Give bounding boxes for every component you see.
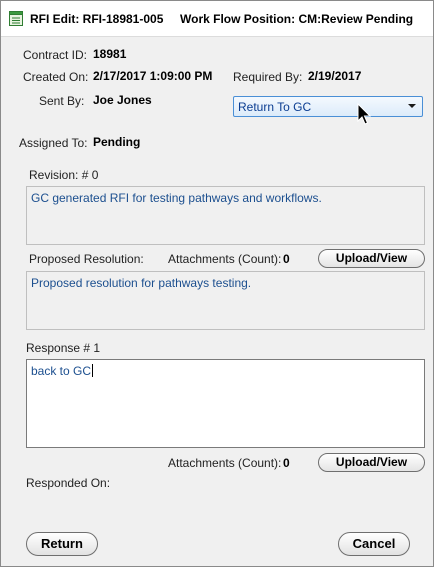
return-button[interactable]: Return bbox=[26, 532, 98, 556]
revision-textbox: GC generated RFI for testing pathways an… bbox=[26, 186, 425, 245]
revision-text: GC generated RFI for testing pathways an… bbox=[31, 191, 322, 205]
assigned-to-label: Assigned To: bbox=[19, 136, 88, 150]
cancel-button[interactable]: Cancel bbox=[338, 532, 410, 556]
action-select-value: Return To GC bbox=[238, 100, 312, 114]
title-bar: RFI Edit: RFI-18981-005 Work Flow Positi… bbox=[1, 1, 433, 37]
response-textarea[interactable]: back to GC bbox=[26, 359, 425, 448]
proposed-attachments-count: 0 bbox=[283, 252, 290, 266]
proposed-upload-view-button[interactable]: Upload/View bbox=[318, 249, 425, 268]
sent-by-value: Joe Jones bbox=[93, 93, 152, 107]
created-on-label: Created On: bbox=[23, 70, 89, 84]
workflow-position: Work Flow Position: CM:Review Pending bbox=[180, 12, 414, 26]
rfi-edit-window: RFI Edit: RFI-18981-005 Work Flow Positi… bbox=[0, 0, 434, 567]
required-by-label: Required By: bbox=[233, 70, 303, 84]
mouse-pointer-icon bbox=[357, 103, 371, 125]
proposed-attachments-label: Attachments (Count): bbox=[168, 252, 282, 266]
form-icon bbox=[9, 11, 23, 26]
proposed-resolution-label: Proposed Resolution: bbox=[29, 252, 144, 266]
revision-label: Revision: # 0 bbox=[29, 168, 99, 182]
contract-id-label: Contract ID: bbox=[23, 48, 88, 62]
required-by-value: 2/19/2017 bbox=[308, 69, 362, 83]
proposed-resolution-text: Proposed resolution for pathways testing… bbox=[31, 276, 252, 290]
action-select[interactable]: Return To GC bbox=[233, 96, 423, 117]
contract-id-value: 18981 bbox=[93, 47, 127, 61]
proposed-resolution-textbox: Proposed resolution for pathways testing… bbox=[26, 271, 425, 330]
response-text: back to GC bbox=[31, 364, 92, 378]
response-attachments-label: Attachments (Count): bbox=[168, 456, 282, 470]
response-upload-view-button[interactable]: Upload/View bbox=[318, 453, 425, 472]
response-label: Response # 1 bbox=[26, 341, 101, 355]
response-attachments-count: 0 bbox=[283, 456, 290, 470]
responded-on-label: Responded On: bbox=[26, 476, 111, 490]
created-on-value: 2/17/2017 1:09:00 PM bbox=[93, 69, 213, 83]
text-caret bbox=[92, 364, 94, 377]
sent-by-label: Sent By: bbox=[39, 94, 85, 108]
window-title: RFI Edit: RFI-18981-005 bbox=[30, 12, 164, 26]
assigned-to-value: Pending bbox=[93, 135, 141, 149]
chevron-down-icon[interactable] bbox=[406, 100, 418, 112]
